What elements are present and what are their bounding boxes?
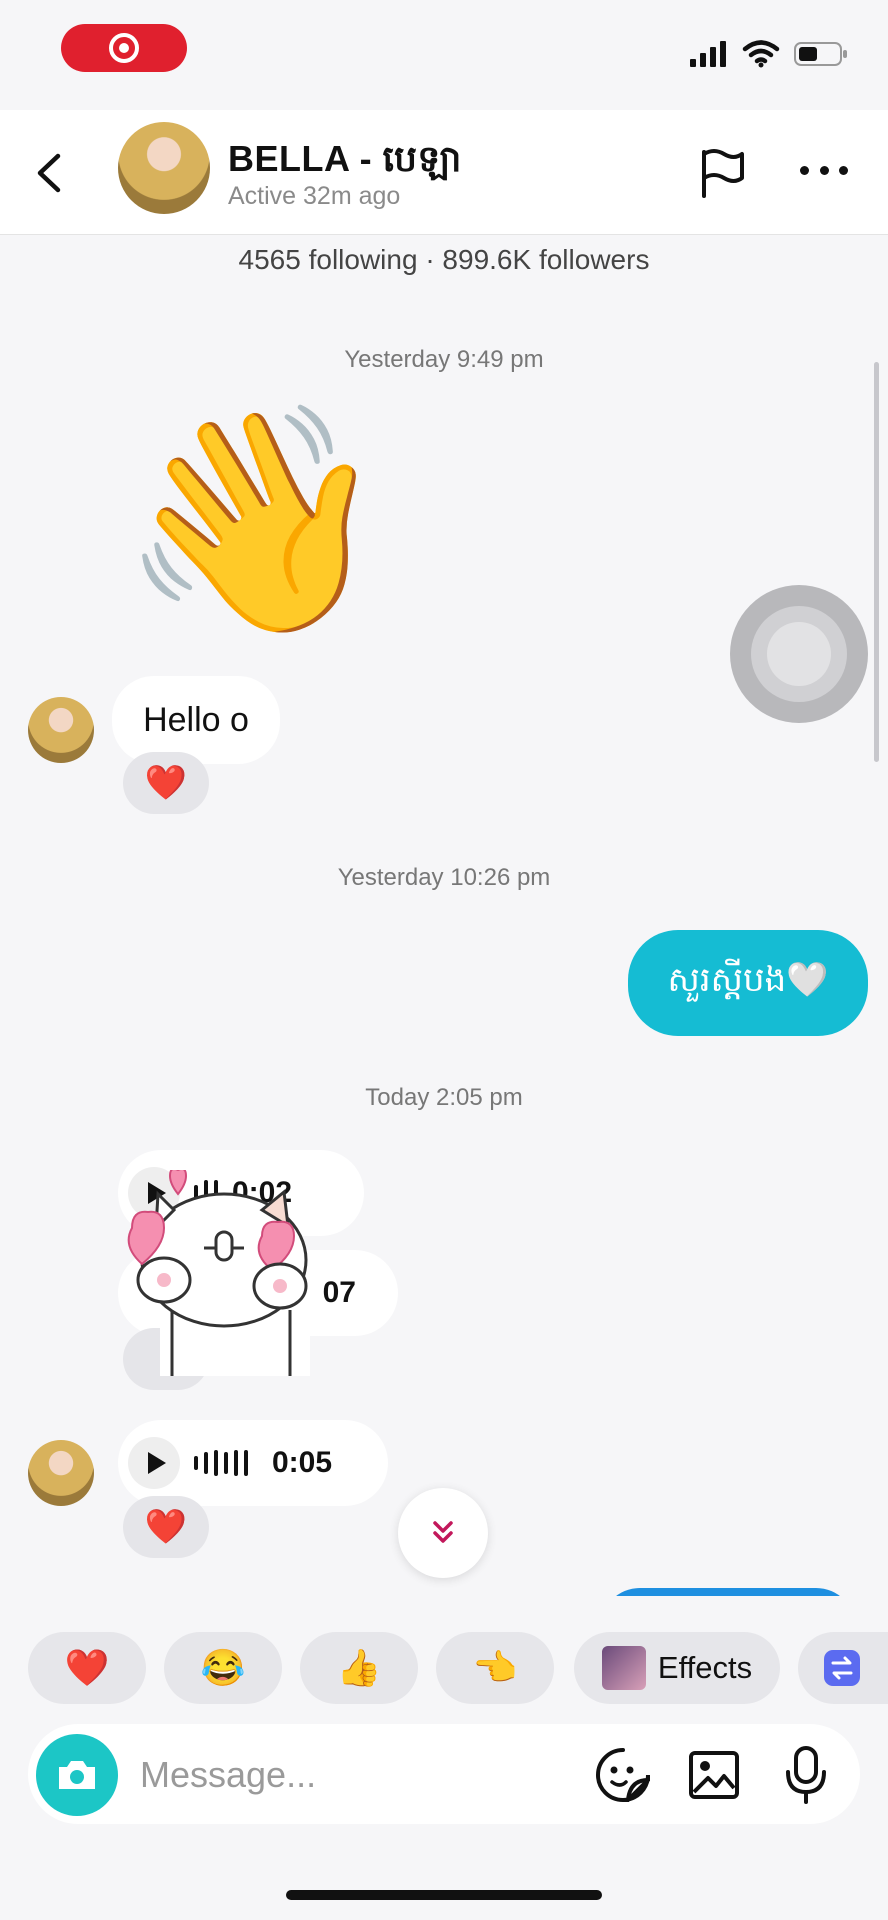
message-input[interactable] (138, 1752, 562, 1798)
gallery-icon[interactable] (688, 1750, 740, 1800)
swap-icon (824, 1650, 860, 1686)
assistive-touch-button[interactable] (730, 585, 868, 723)
more-options-icon[interactable] (800, 160, 848, 180)
quick-reaction-bar: ❤️ 😂 👍 👈 Effects (0, 1596, 888, 1720)
back-arrow-icon[interactable] (28, 148, 72, 198)
scroll-to-bottom-button[interactable] (398, 1488, 488, 1578)
profile-stats: 4565 following · 899.6K followers (238, 244, 650, 275)
timestamp: Today 2:05 pm (365, 1084, 523, 1111)
timestamp: Yesterday 9:49 pm (344, 346, 544, 373)
cellular-signal-icon (690, 41, 726, 67)
active-status: Active 32m ago (228, 182, 401, 210)
wifi-icon (742, 40, 780, 68)
home-indicator[interactable] (286, 1890, 602, 1900)
double-chevron-down-icon (433, 1521, 453, 1543)
scrollbar[interactable] (874, 362, 879, 762)
battery-icon (794, 42, 847, 66)
microphone-icon[interactable] (784, 1744, 828, 1806)
waveform-icon (194, 1450, 248, 1476)
record-icon (109, 33, 139, 63)
quick-reaction-laugh[interactable]: 😂 (164, 1632, 282, 1704)
sender-avatar[interactable] (28, 1440, 94, 1506)
waving-hand-emoji[interactable]: 👋 (118, 410, 392, 630)
camera-icon (59, 1761, 95, 1789)
incoming-message-bubble[interactable]: Hello o (112, 676, 280, 764)
heart-reaction[interactable]: ❤️ (123, 1496, 209, 1558)
message-text: Hello o (143, 700, 249, 739)
voice-message[interactable]: 0:05 (118, 1420, 388, 1506)
contact-avatar[interactable] (118, 122, 210, 214)
sender-avatar[interactable] (28, 697, 94, 763)
cat-hearts-sticker[interactable] (112, 1170, 332, 1380)
swap-button[interactable] (798, 1632, 888, 1704)
effects-thumbnail (601, 1646, 646, 1690)
heart-reaction[interactable]: ❤️ (123, 752, 209, 814)
camera-button[interactable] (36, 1734, 118, 1816)
quick-reaction-thumbs-up[interactable]: 👍 (300, 1632, 418, 1704)
effects-label: Effects (657, 1650, 753, 1685)
sticker-icon[interactable] (594, 1746, 652, 1804)
screen-recording-indicator[interactable] (61, 24, 187, 72)
effects-button[interactable]: Effects (574, 1632, 780, 1704)
message-text: សួរស្តីបង🤍 (667, 961, 829, 999)
play-icon[interactable] (128, 1437, 180, 1489)
report-flag-icon[interactable] (696, 146, 748, 200)
voice-duration: 0:05 (272, 1446, 333, 1479)
quick-reaction-pointing[interactable]: 👈 (436, 1632, 554, 1704)
message-composer (28, 1724, 860, 1824)
quick-reaction-heart[interactable]: ❤️ (28, 1632, 146, 1704)
status-icons (690, 40, 848, 68)
outgoing-message-bubble[interactable]: សួរស្តីបង🤍 (628, 930, 868, 1036)
chat-header: BELLA - បេឡា Active 32m ago (0, 110, 888, 235)
timestamp: Yesterday 10:26 pm (337, 864, 551, 891)
